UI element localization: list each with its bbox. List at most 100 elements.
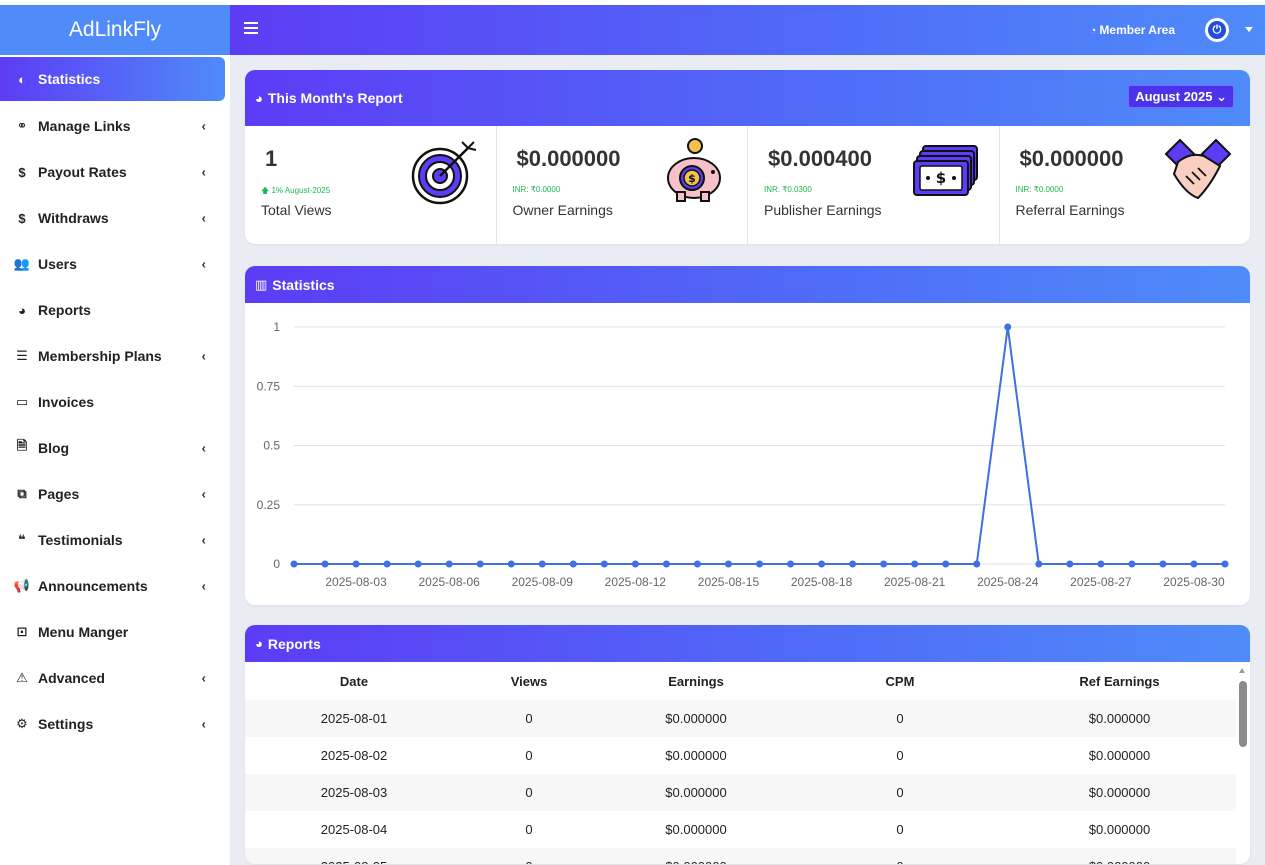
reports-table: Date Views Earnings CPM Ref Earnings 2025-08… <box>245 662 1236 864</box>
sidebar-item-settings[interactable]: ⚙ Settings ‹ <box>0 701 230 747</box>
chevron-left-icon[interactable]: ‹ <box>202 579 206 594</box>
sidebar-item-users[interactable]: 👥 Users ‹ <box>0 241 230 287</box>
data-point <box>321 560 329 568</box>
stat-label: Referral Earnings <box>1015 202 1125 218</box>
sidebar-item-manage-links[interactable]: ⚭ Manage Links ‹ <box>0 103 230 149</box>
chevron-left-icon[interactable]: ‹ <box>202 671 206 686</box>
sidebar-item-withdraws[interactable]: $ Withdraws ‹ <box>0 195 230 241</box>
chevron-left-icon[interactable]: ‹ <box>202 717 206 732</box>
data-point <box>662 560 670 568</box>
table-cell: $0.000000 <box>665 711 727 726</box>
column-header-ref-earnings[interactable]: Ref Earnings <box>1003 662 1236 700</box>
list-icon: ☰ <box>16 348 28 363</box>
data-point <box>631 560 639 568</box>
data-point <box>1066 560 1074 568</box>
table-cell: $0.000000 <box>1088 748 1151 763</box>
dashboard-icon: ◐ <box>18 71 26 87</box>
table-row: 2025-08-02 0 $0.000000 0 $0.000000 <box>245 737 1236 774</box>
money-stack-icon: $ <box>912 138 981 206</box>
chevron-left-icon[interactable]: ‹ <box>202 441 206 456</box>
sidebar-item-menu-manger[interactable]: ⊡ Menu Manger <box>0 609 230 655</box>
table-row: 2025-08-03 0 $0.000000 0 $0.000000 <box>245 774 1236 811</box>
cogs-icon: ⚙ <box>16 716 28 731</box>
chevron-left-icon[interactable]: ‹ <box>202 533 206 548</box>
data-point <box>569 560 577 568</box>
table-cell: $0.000000 <box>1088 822 1151 837</box>
month-select[interactable]: August 2025 ⌄ <box>1128 85 1234 108</box>
table-cell: 0 <box>525 822 533 837</box>
credit-card-icon: ▭ <box>15 394 29 409</box>
member-area-label: Member Area <box>1099 23 1175 37</box>
x-tick-label: 2025-08-24 <box>977 575 1039 589</box>
sidebar-item-label: Menu Manger <box>38 624 129 640</box>
sidebar-item-label: Blog <box>38 440 70 456</box>
table-cell: $0.000000 <box>1088 711 1151 726</box>
sidebar-item-testimonials[interactable]: ❝ Testimonials ‹ <box>0 517 230 563</box>
column-header-date[interactable]: Date <box>245 662 463 700</box>
power-icon[interactable]: ⏻ <box>1205 18 1229 42</box>
chevron-left-icon[interactable]: ‹ <box>202 165 206 180</box>
statistics-card-title: Statistics <box>272 276 335 293</box>
stat-card-owner-earnings: $0.000000 INR: ₹0.0000 Owner Earnings $ <box>497 126 748 244</box>
report-card-header: ◕ This Month's Report August 2025 ⌄ <box>245 70 1250 126</box>
warning-icon: ⚠ <box>16 670 28 685</box>
table-row: 2025-08-050$0.0000000$0.000000 <box>245 848 1236 864</box>
data-point <box>538 560 546 568</box>
sidebar-item-label: Reports <box>38 302 91 318</box>
x-tick-label: 2025-08-30 <box>1163 575 1225 589</box>
data-point <box>1190 560 1198 568</box>
sidebar-item-reports[interactable]: ◕ Reports <box>0 287 230 333</box>
chevron-left-icon[interactable]: ‹ <box>202 119 206 134</box>
data-point <box>290 560 298 568</box>
column-header-cpm[interactable]: CPM <box>797 662 1003 700</box>
statistics-card-header: ▥ Statistics <box>245 266 1250 303</box>
sidebar-item-membership-plans[interactable]: ☰ Membership Plans ‹ <box>0 333 230 379</box>
dollar-icon: $ <box>18 210 26 226</box>
brand-logo[interactable]: AdLinkFly <box>0 5 230 55</box>
sidebar-item-label: Settings <box>38 716 94 732</box>
data-point <box>507 560 515 568</box>
document-icon: 🗎 <box>16 438 28 453</box>
scrollbar-thumb[interactable] <box>1239 681 1247 747</box>
stat-value: $0.000000 <box>516 146 621 171</box>
sidebar-item-blog[interactable]: 🗎 Blog ‹ <box>0 425 230 471</box>
sidebar-item-announcements[interactable]: 📢 Announcements ‹ <box>0 563 230 609</box>
statistics-card: ▥ Statistics 0 0.25 0.5 0.75 1 2025-08-03 2025… <box>245 266 1250 605</box>
stat-value: $0.000000 <box>1019 146 1124 171</box>
caret-down-icon[interactable] <box>1245 27 1253 32</box>
table-cell: 2025-08-03 <box>320 785 388 800</box>
table-cell: $0.000000 <box>595 848 797 864</box>
sidebar-item-label: Withdraws <box>38 210 109 226</box>
reports-table-wrapper[interactable]: Date Views Earnings CPM Ref Earnings 2025-08… <box>245 662 1250 864</box>
pie-chart-icon: ◕ <box>255 90 263 106</box>
column-header-earnings[interactable]: Earnings <box>595 662 797 700</box>
member-area-link[interactable]: ◔ Member Area <box>1090 5 1175 56</box>
x-tick-label: 2025-08-18 <box>791 575 853 589</box>
column-header-views[interactable]: Views <box>463 662 595 700</box>
target-icon <box>410 138 478 206</box>
svg-text:$: $ <box>688 172 696 185</box>
data-point <box>787 560 795 568</box>
data-point <box>849 560 857 568</box>
sidebar-item-payout-rates[interactable]: $ Payout Rates ‹ <box>0 149 230 195</box>
hamburger-menu-icon[interactable] <box>244 22 258 36</box>
sidebar-item-invoices[interactable]: ▭ Invoices <box>0 379 230 425</box>
sidebar-menu: ◐ Statistics ⚭ Manage Links ‹ $ Payout Rates ‹ $… <box>0 55 230 747</box>
chevron-left-icon[interactable]: ‹ <box>202 349 206 364</box>
copy-icon: ⧉ <box>17 486 27 501</box>
pie-chart-icon: ◕ <box>255 636 263 651</box>
chevron-left-icon[interactable]: ‹ <box>202 257 206 272</box>
chevron-left-icon[interactable]: ‹ <box>202 211 206 226</box>
table-cell: 0 <box>896 785 904 800</box>
sidebar-item-pages[interactable]: ⧉ Pages ‹ <box>0 471 230 517</box>
sidebar-item-statistics[interactable]: ◐ Statistics <box>0 57 225 101</box>
chevron-left-icon[interactable]: ‹ <box>202 487 206 502</box>
scroll-up-arrow-icon[interactable] <box>1239 668 1245 673</box>
y-tick-label: 1 <box>273 320 280 334</box>
bullhorn-icon: 📢 <box>13 578 31 593</box>
sidebar: AdLinkFly ◐ Statistics ⚭ Manage Links ‹ $ Payo… <box>0 5 230 865</box>
sidebar-item-advanced[interactable]: ⚠ Advanced ‹ <box>0 655 230 701</box>
data-point <box>911 560 919 568</box>
report-card-title: This Month's Report <box>267 90 403 106</box>
table-cell: 0 <box>525 785 533 800</box>
